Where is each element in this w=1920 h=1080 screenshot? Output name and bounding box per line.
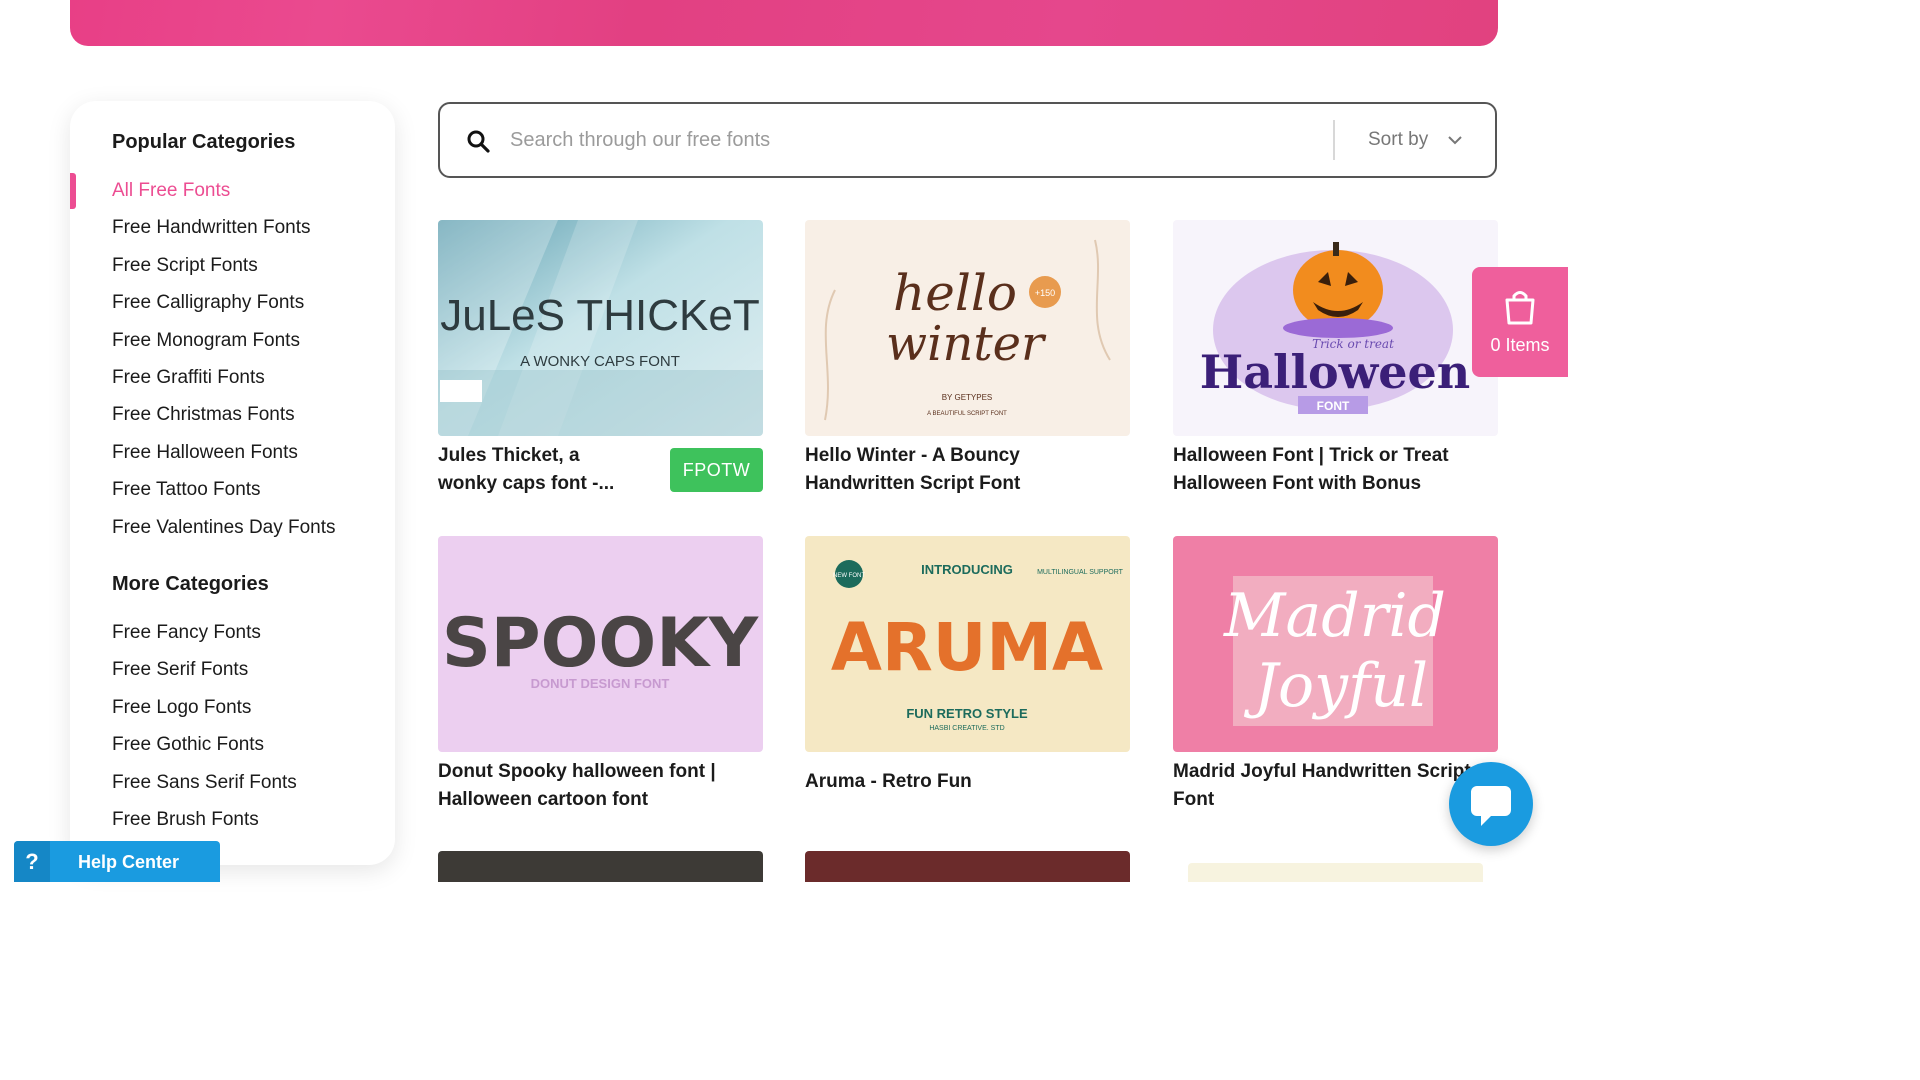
category-script[interactable]: Free Script Fonts <box>112 247 336 284</box>
fpotw-badge: FPOTW <box>670 448 763 492</box>
font-thumbnail[interactable]: hello winter +150 BY GETYPES A BEAUTIFUL… <box>805 220 1130 436</box>
art-subtext: HASBI CREATIVE. STD <box>929 725 1004 732</box>
chevron-down-icon <box>1448 136 1463 145</box>
font-thumbnail[interactable] <box>1188 863 1483 882</box>
art-text: ARUMA <box>831 609 1103 686</box>
art-text: SPOOKY <box>442 604 759 683</box>
art-by: BY GETYPES <box>942 393 993 402</box>
search-divider <box>1333 120 1335 160</box>
font-title[interactable]: Halloween Font | Trick or Treat Halloween… <box>1173 442 1498 497</box>
hero-banner <box>70 0 1498 46</box>
art-text: hello <box>893 264 1017 322</box>
sort-label: Sort by <box>1368 129 1429 150</box>
help-center-label: Help Center <box>78 852 180 872</box>
chat-bubble-icon <box>1471 786 1511 826</box>
art-subtext: A WONKY CAPS FONT <box>520 353 680 370</box>
popular-categories-heading: Popular Categories <box>112 131 296 153</box>
category-halloween[interactable]: Free Halloween Fonts <box>112 434 336 471</box>
sort-dropdown[interactable]: Sort by <box>1368 104 1463 176</box>
font-thumbnail[interactable]: JuLeS THICKeT A WONKY CAPS FONT <box>438 220 763 436</box>
art-subtext: FUN RETRO STYLE <box>906 706 1028 721</box>
active-indicator <box>70 173 76 209</box>
art-text: JuLeS THICKeT <box>440 291 760 340</box>
art-subtext: Trick or treat <box>1312 337 1394 351</box>
category-calligraphy[interactable]: Free Calligraphy Fonts <box>112 284 336 321</box>
font-title[interactable]: Aruma - Retro Fun <box>805 768 1130 796</box>
category-handwritten[interactable]: Free Handwritten Fonts <box>112 209 336 246</box>
search-icon[interactable] <box>466 129 490 153</box>
art-subtext: MULTILINGUAL SUPPORT <box>1037 569 1124 576</box>
category-sans-serif[interactable]: Free Sans Serif Fonts <box>112 764 297 801</box>
art-subtext: DONUT DESIGN FONT <box>531 676 670 691</box>
more-categories-heading: More Categories <box>112 573 269 595</box>
font-title[interactable]: Jules Thicket, a wonky caps font -... <box>438 442 648 497</box>
category-fancy[interactable]: Free Fancy Fonts <box>112 614 297 651</box>
popular-category-list: All Free Fonts Free Handwritten Fonts Fr… <box>112 172 336 546</box>
cart-count: 0 Items <box>1490 335 1550 355</box>
more-category-list: Free Fancy Fonts Free Serif Fonts Free L… <box>112 614 297 838</box>
art-text: winter <box>886 316 1047 372</box>
art-subtext: INTRODUCING <box>921 562 1013 577</box>
category-logo[interactable]: Free Logo Fonts <box>112 689 297 726</box>
category-serif[interactable]: Free Serif Fonts <box>112 651 297 688</box>
art-tag: +150 <box>1035 288 1055 298</box>
art-subtext: A BEAUTIFUL SCRIPT FONT <box>927 411 1007 417</box>
art-subtext: NEW FONT <box>833 573 865 579</box>
category-graffiti[interactable]: Free Graffiti Fonts <box>112 359 336 396</box>
font-thumbnail[interactable]: SPOOKY DONUT DESIGN FONT <box>438 536 763 752</box>
category-monogram[interactable]: Free Monogram Fonts <box>112 322 336 359</box>
font-thumbnail[interactable] <box>438 851 763 882</box>
category-sidebar: Popular Categories All Free Fonts Free H… <box>70 101 395 865</box>
art-text: Halloween <box>1200 345 1470 399</box>
chat-button[interactable] <box>1449 762 1533 846</box>
font-title[interactable]: Donut Spooky halloween font | Halloween c… <box>438 758 763 813</box>
category-valentines[interactable]: Free Valentines Day Fonts <box>112 509 336 546</box>
category-christmas[interactable]: Free Christmas Fonts <box>112 396 336 433</box>
art-text: Joyful <box>1243 651 1428 721</box>
font-thumbnail[interactable]: Madrid Joyful <box>1173 536 1498 752</box>
art-subtext: FONT <box>1317 399 1350 413</box>
category-tattoo[interactable]: Free Tattoo Fonts <box>112 471 336 508</box>
font-title[interactable]: Hello Winter - A Bouncy Handwritten Scrip… <box>805 442 1130 497</box>
font-thumbnail[interactable]: Halloween Trick or treat FONT <box>1173 220 1498 436</box>
help-center-button[interactable]: ? Help Center <box>14 841 220 882</box>
shopping-bag-icon <box>1505 291 1535 325</box>
search-input[interactable] <box>510 120 1310 160</box>
font-thumbnail[interactable]: INTRODUCING ARUMA FUN RETRO STYLE HASBI … <box>805 536 1130 752</box>
category-gothic[interactable]: Free Gothic Fonts <box>112 726 297 763</box>
font-thumbnail[interactable] <box>805 851 1130 882</box>
cart-button[interactable]: 0 Items <box>1472 267 1568 377</box>
art-text: Madrid <box>1223 581 1446 651</box>
category-brush[interactable]: Free Brush Fonts <box>112 801 297 838</box>
category-all-free-fonts[interactable]: All Free Fonts <box>112 172 336 209</box>
search-bar: Sort by <box>438 102 1497 178</box>
question-icon: ? <box>14 841 50 882</box>
